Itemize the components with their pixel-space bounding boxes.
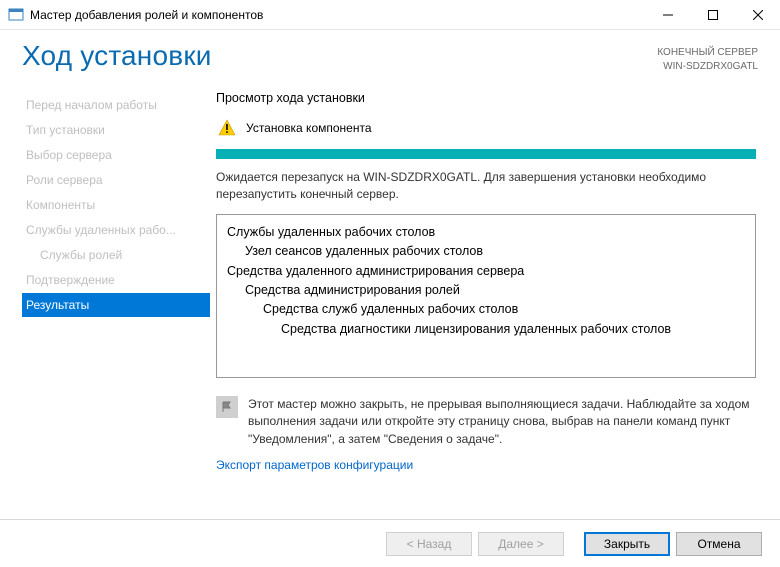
destination-server: КОНЕЧНЫЙ СЕРВЕР WIN-SDZDRX0GATL <box>657 40 758 73</box>
wizard-nav: Перед началом работыТип установкиВыбор с… <box>0 91 210 519</box>
tree-item: Средства администрирования ролей <box>227 281 745 300</box>
nav-step-4: Компоненты <box>22 193 210 217</box>
close-button[interactable] <box>735 0 780 29</box>
nav-step-1: Тип установки <box>22 118 210 142</box>
cancel-button[interactable]: Отмена <box>676 532 762 556</box>
nav-step-6: Службы ролей <box>22 243 210 267</box>
export-config-link[interactable]: Экспорт параметров конфигурации <box>216 458 756 472</box>
note-row: Этот мастер можно закрыть, не прерывая в… <box>216 396 756 448</box>
status-message: Ожидается перезапуск на WIN-SDZDRX0GATL.… <box>216 169 756 204</box>
progress-bar <box>216 149 756 159</box>
section-heading: Просмотр хода установки <box>216 91 756 105</box>
tree-item: Узел сеансов удаленных рабочих столов <box>227 242 745 261</box>
nav-step-0: Перед началом работы <box>22 93 210 117</box>
progress-fill <box>216 149 756 159</box>
nav-step-7: Подтверждение <box>22 268 210 292</box>
footer: < Назад Далее > Закрыть Отмена <box>0 519 780 567</box>
destination-label: КОНЕЧНЫЙ СЕРВЕР <box>657 46 758 60</box>
maximize-button[interactable] <box>690 0 735 29</box>
body: Перед началом работыТип установкиВыбор с… <box>0 77 780 519</box>
nav-step-5: Службы удаленных рабо... <box>22 218 210 242</box>
note-text: Этот мастер можно закрыть, не прерывая в… <box>248 396 756 448</box>
status-row: Установка компонента <box>216 119 756 137</box>
titlebar-title: Мастер добавления ролей и компонентов <box>30 8 645 22</box>
header: Ход установки КОНЕЧНЫЙ СЕРВЕР WIN-SDZDRX… <box>0 30 780 77</box>
main-panel: Просмотр хода установки Установка компон… <box>210 91 780 519</box>
info-flag-icon <box>216 396 238 418</box>
app-icon <box>8 7 24 23</box>
tree-item: Средства удаленного администрирования се… <box>227 262 745 281</box>
nav-step-3: Роли сервера <box>22 168 210 192</box>
status-title: Установка компонента <box>246 121 372 135</box>
feature-tree: Службы удаленных рабочих столовУзел сеан… <box>216 214 756 378</box>
tree-item: Средства диагностики лицензирования удал… <box>227 320 745 339</box>
close-wizard-button[interactable]: Закрыть <box>584 532 670 556</box>
tree-item: Средства служб удаленных рабочих столов <box>227 300 745 319</box>
tree-item: Службы удаленных рабочих столов <box>227 223 745 242</box>
warning-icon <box>218 119 236 137</box>
next-button: Далее > <box>478 532 564 556</box>
minimize-button[interactable] <box>645 0 690 29</box>
window-controls <box>645 0 780 29</box>
nav-step-8: Результаты <box>22 293 210 317</box>
nav-step-2: Выбор сервера <box>22 143 210 167</box>
destination-value: WIN-SDZDRX0GATL <box>657 60 758 74</box>
page-title: Ход установки <box>22 40 657 72</box>
back-button: < Назад <box>386 532 472 556</box>
titlebar: Мастер добавления ролей и компонентов <box>0 0 780 30</box>
